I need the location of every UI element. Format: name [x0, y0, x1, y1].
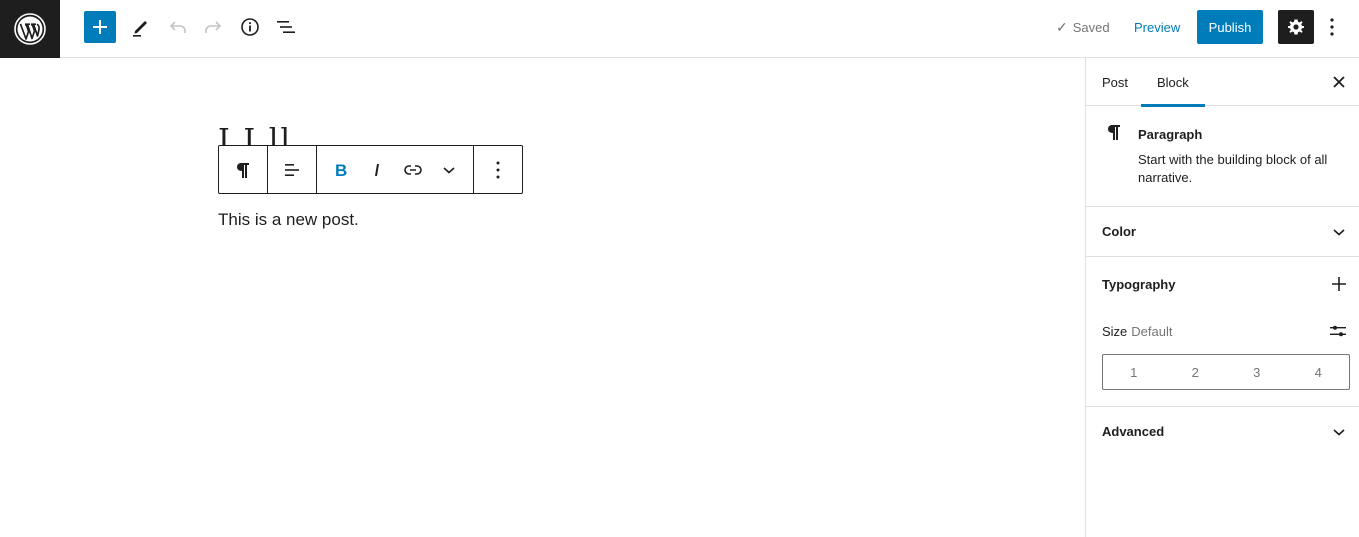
wordpress-icon — [14, 13, 46, 45]
color-panel-toggle[interactable]: Color — [1086, 207, 1359, 256]
link-icon — [404, 164, 422, 175]
editor-canvas: I I ll B This is a new post. — [0, 58, 1085, 537]
editor-header: ✓ Saved Preview Publish — [0, 0, 1359, 58]
gear-icon — [1288, 19, 1304, 35]
tab-block[interactable]: Block — [1141, 58, 1205, 107]
add-block-button[interactable] — [84, 11, 116, 43]
advanced-panel: Advanced — [1086, 407, 1359, 456]
paragraph-block[interactable]: This is a new post. — [218, 210, 359, 230]
saved-status: ✓ Saved — [1056, 19, 1110, 36]
undo-button[interactable] — [162, 11, 194, 43]
more-formats-button[interactable] — [431, 146, 467, 193]
link-button[interactable] — [395, 146, 431, 193]
preview-button[interactable]: Preview — [1126, 11, 1188, 43]
pencil-icon — [133, 21, 147, 37]
font-size-picker: 1 2 3 4 — [1102, 354, 1350, 390]
more-vertical-icon — [496, 161, 500, 178]
block-card-description: Start with the building block of all nar… — [1138, 152, 1328, 185]
undo-icon — [169, 21, 186, 33]
italic-icon — [375, 163, 379, 176]
paragraph-icon — [1108, 125, 1120, 140]
block-toolbar: B — [218, 145, 523, 194]
font-size-option[interactable]: 1 — [1103, 355, 1165, 389]
color-panel: Color — [1086, 207, 1359, 257]
paragraph-icon — [237, 162, 249, 178]
check-icon: ✓ — [1056, 19, 1068, 35]
post-title[interactable]: I I ll — [218, 126, 292, 146]
size-value: Default — [1131, 323, 1173, 339]
align-group — [268, 146, 317, 193]
color-panel-label: Color — [1102, 224, 1136, 239]
tools-button[interactable] — [125, 11, 157, 43]
publish-button[interactable]: Publish — [1197, 10, 1263, 44]
align-left-icon — [285, 163, 299, 176]
bold-icon: B — [335, 161, 347, 180]
advanced-panel-toggle[interactable]: Advanced — [1086, 407, 1359, 456]
typography-panel-label: Typography — [1102, 276, 1176, 292]
plus-icon — [93, 20, 107, 34]
size-label: Size — [1102, 323, 1128, 339]
typography-panel-header: Typography — [1086, 257, 1359, 311]
typography-panel: Typography Size Default 1 2 3 4 — [1086, 257, 1359, 407]
block-switcher-group — [219, 146, 268, 193]
options-group — [474, 146, 522, 193]
saved-label: Saved — [1072, 20, 1110, 35]
svg-text:B: B — [335, 161, 347, 180]
settings-sidebar: Post Block Paragraph Start with the buil… — [1085, 58, 1359, 537]
bold-button[interactable]: B — [323, 146, 359, 193]
list-view-icon — [277, 21, 295, 33]
close-icon — [1333, 76, 1345, 88]
more-vertical-icon — [1330, 18, 1334, 36]
settings-button[interactable] — [1278, 10, 1314, 44]
block-type-button[interactable] — [219, 146, 267, 193]
info-icon — [241, 18, 259, 36]
options-button[interactable] — [1320, 11, 1344, 43]
details-button[interactable] — [234, 11, 266, 43]
chevron-down-icon — [1333, 228, 1345, 236]
font-size-option[interactable]: 2 — [1165, 355, 1227, 389]
list-view-button[interactable] — [270, 11, 302, 43]
advanced-panel-label: Advanced — [1102, 424, 1165, 439]
plus-icon[interactable] — [1331, 276, 1347, 292]
chevron-down-icon — [443, 166, 455, 174]
close-sidebar-button[interactable] — [1327, 70, 1351, 94]
align-text-button[interactable] — [268, 146, 316, 193]
format-group: B — [317, 146, 474, 193]
block-options-button[interactable] — [474, 146, 522, 193]
redo-button[interactable] — [197, 11, 229, 43]
block-card: Paragraph Start with the building block … — [1086, 106, 1359, 207]
tab-post[interactable]: Post — [1086, 58, 1144, 106]
italic-button[interactable] — [359, 146, 395, 193]
sidebar-tabs: Post Block — [1086, 58, 1359, 107]
redo-icon — [205, 21, 222, 33]
custom-size-settings-icon[interactable] — [1329, 323, 1347, 339]
font-size-option[interactable]: 3 — [1226, 355, 1288, 389]
block-card-title: Paragraph — [1138, 127, 1203, 142]
chevron-down-icon — [1333, 428, 1345, 436]
font-size-row: Size Default — [1102, 323, 1347, 339]
font-size-option[interactable]: 4 — [1288, 355, 1350, 389]
wordpress-logo[interactable] — [0, 0, 60, 58]
